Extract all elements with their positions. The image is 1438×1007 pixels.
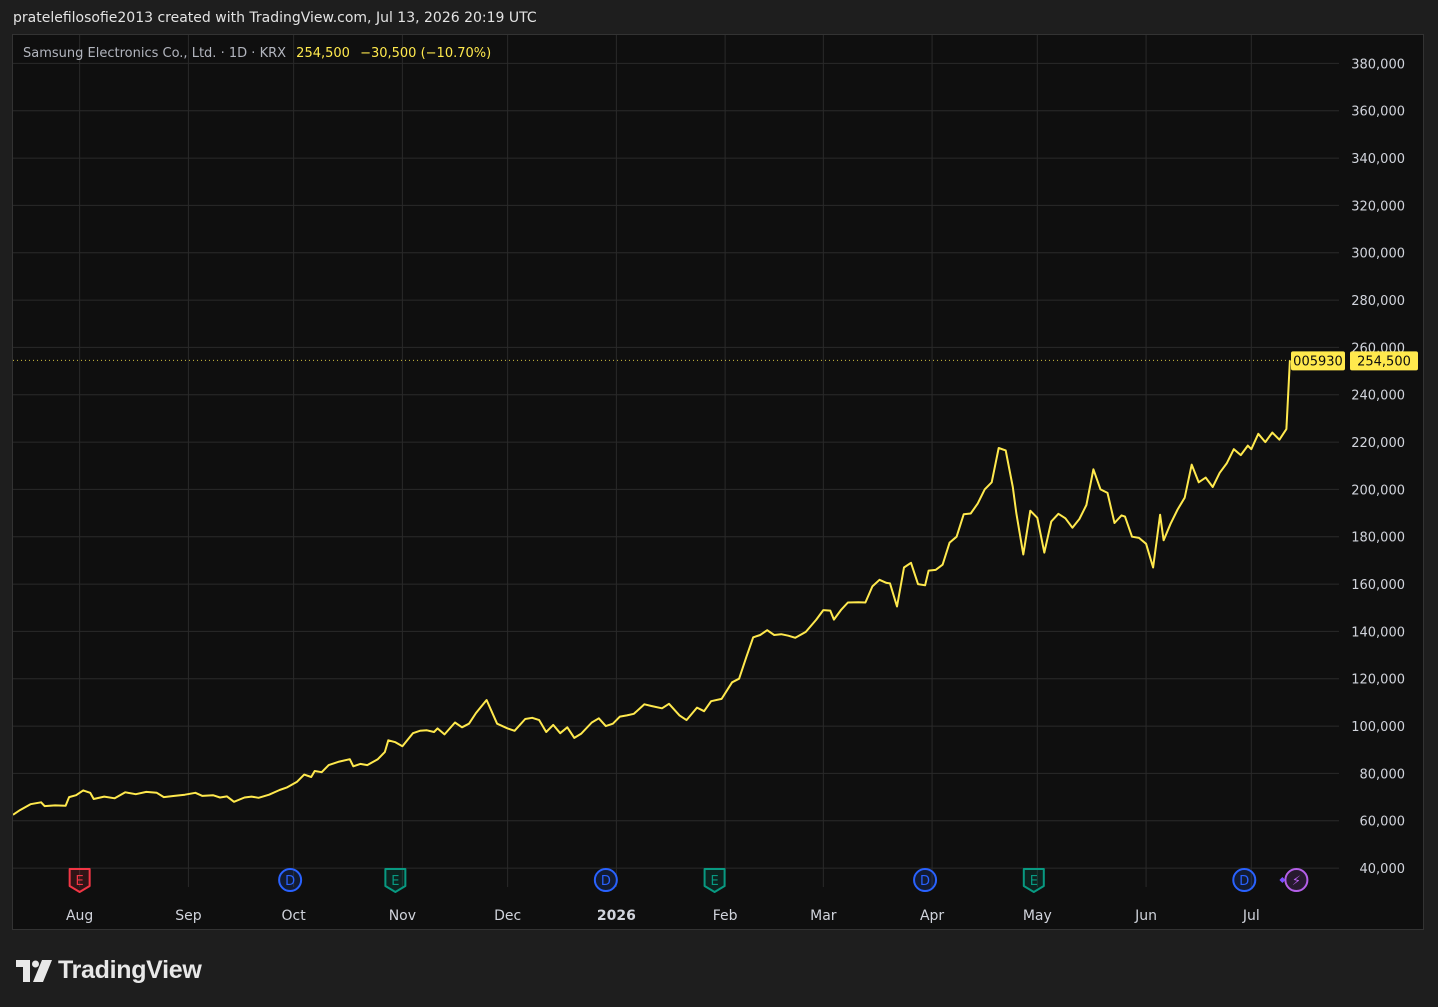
y-tick-label: 220,000 (1351, 436, 1405, 451)
y-tick-label: 320,000 (1351, 199, 1405, 214)
symbol-tag: 005930 (1293, 354, 1343, 369)
legend-change: −30,500 (−10.70%) (360, 46, 492, 61)
y-tick-label: 340,000 (1351, 152, 1405, 167)
dividend-marker[interactable]: D (1232, 868, 1257, 892)
plot-background (13, 35, 1423, 929)
snapshot-header: pratelefilosofie2013 created with Tradin… (13, 10, 537, 26)
y-tick-label: 300,000 (1351, 247, 1405, 262)
price-chart[interactable]: 40,000 60,000 80,000 100,000 120,000 140,000 1… (13, 35, 1423, 929)
y-tick-label: 140,000 (1351, 625, 1405, 640)
x-tick-label: Jun (1134, 908, 1157, 924)
legend-last-price: 254,500 (296, 46, 350, 61)
y-tick-label: 180,000 (1351, 531, 1405, 546)
y-tick-label: 240,000 (1351, 389, 1405, 404)
y-tick-label: 200,000 (1351, 483, 1405, 498)
x-tick-label: Apr (920, 908, 944, 924)
legend-separator: · (220, 46, 225, 61)
tradingview-logo-icon (16, 959, 52, 982)
legend-interval: 1D (228, 46, 248, 61)
chart-legend[interactable]: Samsung Electronics Co., Ltd. · 1D · KRX… (23, 46, 491, 61)
earnings-marker[interactable]: E (703, 868, 726, 893)
y-tick-label: 160,000 (1351, 578, 1405, 593)
dividend-marker[interactable]: D (593, 868, 618, 892)
legend-exchange: KRX (259, 46, 287, 61)
x-tick-label: Aug (66, 908, 93, 924)
earnings-marker-letter: E (76, 874, 84, 889)
y-tick-label: 120,000 (1351, 673, 1405, 688)
dividend-marker-letter: D (920, 874, 930, 889)
y-tick-label: 60,000 (1360, 815, 1406, 830)
lightning-marker-letter: ⚡ (1292, 874, 1301, 889)
x-tick-label: 2026 (597, 908, 636, 924)
y-tick-label: 280,000 (1351, 294, 1405, 309)
legend-symbol-name: Samsung Electronics Co., Ltd. (23, 46, 217, 61)
y-tick-label: 40,000 (1360, 862, 1406, 877)
legend-separator: · (251, 46, 256, 61)
x-tick-label: Jul (1242, 908, 1260, 924)
x-tick-label: May (1023, 908, 1052, 924)
x-tick-label: Oct (282, 908, 307, 924)
tradingview-logo-text: TradingView (58, 956, 202, 984)
y-tick-label: 80,000 (1360, 767, 1406, 782)
earnings-marker[interactable]: E (384, 868, 407, 893)
x-tick-label: Dec (494, 908, 521, 924)
dividend-marker-letter: D (285, 874, 295, 889)
y-tick-label: 360,000 (1351, 105, 1405, 120)
earnings-marker-letter: E (391, 874, 399, 889)
y-tick-label: 100,000 (1351, 720, 1405, 735)
x-tick-label: Feb (713, 908, 738, 924)
earnings-marker[interactable]: E (68, 868, 91, 893)
earnings-marker-letter: E (1030, 874, 1038, 889)
chart-frame[interactable]: 40,000 60,000 80,000 100,000 120,000 140,000 1… (12, 34, 1424, 930)
earnings-marker-letter: E (710, 874, 718, 889)
dividend-marker[interactable]: D (913, 868, 938, 892)
tradingview-logo[interactable]: TradingView (16, 956, 202, 985)
x-tick-label: Nov (389, 908, 416, 924)
x-tick-label: Mar (810, 908, 837, 924)
dividend-marker-letter: D (601, 874, 611, 889)
dividend-marker-letter: D (1239, 874, 1249, 889)
y-tick-label: 380,000 (1351, 57, 1405, 72)
x-tick-label: Sep (175, 908, 202, 924)
dividend-marker[interactable]: D (278, 868, 303, 892)
earnings-marker[interactable]: E (1022, 868, 1045, 893)
last-price-label: 254,500 (1357, 354, 1411, 369)
